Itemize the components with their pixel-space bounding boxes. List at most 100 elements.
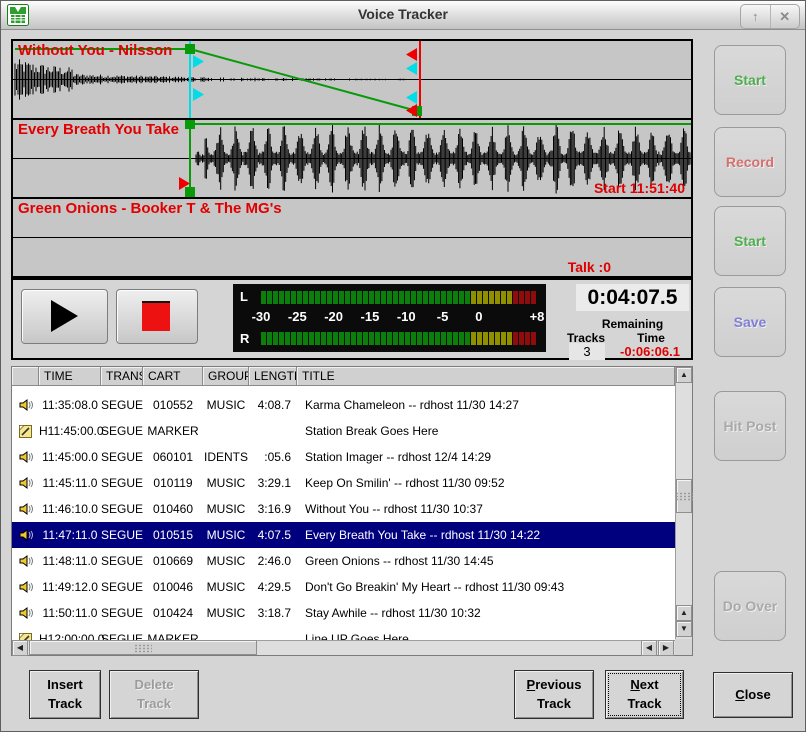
cell-cart: 010119 — [143, 476, 203, 490]
table-row[interactable]: 11:46:10.0 SEGUE 010460 MUSIC 3:16.9 Wit… — [12, 496, 675, 522]
insert-track-label-1: Insert — [30, 676, 100, 694]
shade-icon[interactable]: ↑ — [741, 5, 770, 28]
start-arrow-icon[interactable] — [193, 55, 204, 68]
cell-time: H12:00:00.0 — [39, 632, 101, 640]
cell-cart: 010460 — [143, 502, 203, 516]
close-button-label: Close — [714, 686, 792, 704]
track-2[interactable]: Every Breath You Take Start 11:51:40 — [13, 118, 691, 197]
stop-icon — [142, 301, 170, 331]
cell-cart: 010046 — [143, 580, 203, 594]
cell-group: MUSIC — [203, 476, 249, 490]
cell-group: MUSIC — [203, 398, 249, 412]
end-arrow-icon[interactable] — [406, 62, 417, 75]
save-button[interactable]: Save — [714, 287, 786, 357]
play-button[interactable] — [21, 289, 108, 344]
log-table: TIME TRANS CART GROUP LENGTH TITLE — [11, 366, 693, 656]
remaining-label: Remaining — [576, 317, 689, 331]
col-header-group: GROUP — [203, 367, 249, 386]
cell-time: 11:50:11.0 — [39, 606, 101, 620]
table-row[interactable]: 11:50:11.0 SEGUE 010424 MUSIC 3:18.7 Sta… — [12, 600, 675, 626]
end-arrow-icon[interactable] — [406, 104, 417, 117]
cell-time: 11:35:08.0 — [39, 398, 101, 412]
scroll-up-icon[interactable]: ▲ — [676, 367, 692, 383]
fade-handle[interactable] — [185, 44, 195, 54]
scroll-left-icon[interactable]: ◀ — [12, 640, 28, 656]
cell-time: 11:47:11.0 — [39, 528, 101, 542]
cell-title: Without You -- rdhost 11/30 10:37 — [297, 502, 675, 516]
close-button[interactable]: Close — [713, 672, 793, 718]
fade-handle[interactable] — [185, 187, 195, 197]
start-button-1[interactable]: Start — [714, 45, 786, 115]
cell-title: Stay Awhile -- rdhost 11/30 10:32 — [297, 606, 675, 620]
table-row[interactable]: 11:45:11.0 SEGUE 010119 MUSIC 3:29.1 Kee… — [12, 470, 675, 496]
col-header-title: TITLE — [297, 367, 675, 386]
track-3[interactable]: Green Onions - Booker T & The MG's Talk … — [13, 197, 691, 276]
horizontal-scrollbar-thumb[interactable] — [29, 640, 257, 655]
cell-trans: SEGUE — [101, 580, 143, 594]
close-icon[interactable]: ✕ — [770, 5, 800, 28]
delete-track-button[interactable]: Delete Track — [109, 670, 199, 719]
cell-trans: SEGUE — [101, 606, 143, 620]
stop-button[interactable] — [116, 289, 198, 344]
table-row[interactable]: 11:48:11.0 SEGUE 010669 MUSIC 2:46.0 Gre… — [12, 548, 675, 574]
track-1[interactable]: Without You - Nilsson — [13, 41, 691, 118]
speaker-icon — [12, 449, 39, 465]
cell-trans: SEGUE — [101, 632, 143, 640]
cell-time: 11:49:12.0 — [39, 580, 101, 594]
speaker-icon — [12, 553, 39, 569]
cell-cart: 010552 — [143, 398, 203, 412]
record-button[interactable]: Record — [714, 127, 786, 197]
table-row[interactable]: H11:45:00.0 SEGUE MARKER Station Break G… — [12, 418, 675, 444]
do-over-button-label: Do Over — [723, 598, 777, 614]
scroll-up-icon[interactable]: ▲ — [676, 605, 692, 621]
table-row[interactable]: 11:49:12.0 SEGUE 010046 MUSIC 4:29.5 Don… — [12, 574, 675, 600]
cell-length: 4:29.5 — [249, 580, 297, 594]
insert-track-button[interactable]: Insert Track — [29, 670, 101, 719]
scroll-right-icon[interactable]: ▶ — [658, 640, 674, 656]
cell-trans: SEGUE — [101, 398, 143, 412]
end-arrow-icon[interactable] — [406, 91, 417, 104]
next-track-button[interactable]: Next Track — [605, 670, 684, 719]
scroll-down-icon[interactable]: ▼ — [676, 621, 692, 637]
col-header-cart: CART — [143, 367, 203, 386]
start-button-2[interactable]: Start — [714, 206, 786, 276]
cell-time: H11:45:00.0 — [39, 424, 101, 438]
hit-post-button[interactable]: Hit Post — [714, 391, 786, 461]
meter-left-leds — [261, 291, 539, 304]
remaining-tracks-value: 3 — [569, 343, 605, 360]
speaker-icon — [12, 475, 39, 491]
start-arrow-icon[interactable] — [193, 88, 204, 101]
table-row[interactable]: 11:45:00.0 SEGUE 060101 IDENTS :05.6 Sta… — [12, 444, 675, 470]
fade-handle[interactable] — [185, 120, 195, 129]
previous-track-label-1: Previous — [515, 676, 593, 694]
previous-track-button[interactable]: Previous Track — [514, 670, 594, 719]
horizontal-scrollbar[interactable]: ◀ ◀ ▶ — [12, 640, 675, 655]
do-over-button[interactable]: Do Over — [714, 571, 786, 641]
track-3-title: Green Onions - Booker T & The MG's — [18, 200, 282, 217]
scroll-left-icon[interactable]: ◀ — [641, 640, 657, 656]
transport-panel: L R -30-25-20-15-10-50+8 0:04:07.5 Remai… — [11, 278, 693, 360]
table-row-selected[interactable]: 11:47:11.0 SEGUE 010515 MUSIC 4:07.5 Eve… — [12, 522, 675, 548]
cell-title: Station Break Goes Here — [297, 424, 675, 438]
vertical-scrollbar[interactable]: ▲ ▲ ▼ — [675, 367, 692, 655]
speaker-icon — [12, 501, 39, 517]
cell-title: Every Breath You Take -- rdhost 11/30 14… — [297, 528, 675, 542]
table-row-clipped[interactable]: H12:00:00.0 SEGUE MARKER Line UP Goes He… — [12, 626, 675, 640]
log-header: TIME TRANS CART GROUP LENGTH TITLE — [12, 367, 675, 386]
voice-tracker-window: Voice Tracker ↑ ✕ — [0, 0, 806, 732]
cell-trans: SEGUE — [101, 528, 143, 542]
vertical-scrollbar-thumb[interactable] — [676, 479, 692, 513]
cell-length: 3:29.1 — [249, 476, 297, 490]
next-track-label-2: Track — [606, 695, 683, 713]
col-header-time: TIME — [39, 367, 101, 386]
table-row[interactable]: 11:35:08.0 SEGUE 010552 MUSIC 4:08.7 Kar… — [12, 392, 675, 418]
hit-post-button-label: Hit Post — [724, 418, 777, 434]
end-arrow-icon[interactable] — [406, 48, 417, 61]
marker-icon — [12, 424, 39, 439]
speaker-icon — [12, 386, 39, 387]
elapsed-time-display: 0:04:07.5 — [576, 284, 689, 311]
fade-down-line[interactable] — [190, 49, 417, 111]
cell-trans: SEGUE — [101, 424, 143, 438]
titlebar: Voice Tracker ↑ ✕ — [1, 1, 805, 30]
cell-title: Green Onions -- rdhost 11/30 14:45 — [297, 554, 675, 568]
